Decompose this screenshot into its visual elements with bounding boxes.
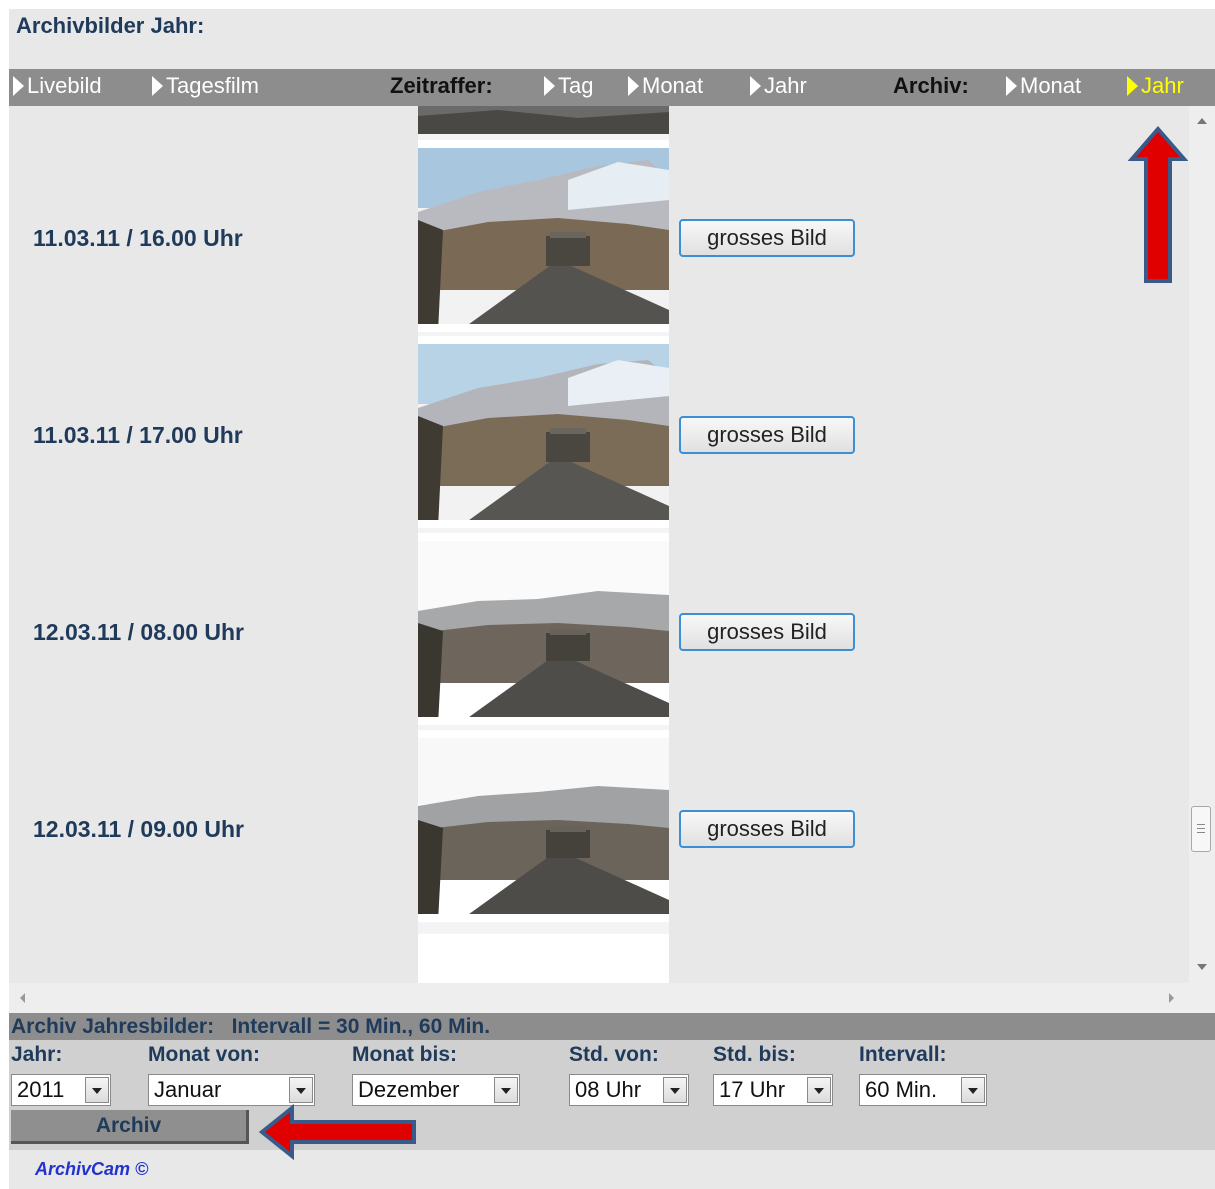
std-bis-label: Std. bis: <box>713 1043 796 1066</box>
entry-timestamp: 11.03.11 / 16.00 Uhr <box>33 225 243 251</box>
webcam-image <box>418 140 669 332</box>
page-title: Archivbilder Jahr: <box>16 13 205 38</box>
title-bar: Archivbilder Jahr: <box>9 9 1215 69</box>
image-column <box>418 106 669 983</box>
chevron-down-icon[interactable] <box>807 1077 831 1103</box>
triangle-icon <box>750 76 761 96</box>
jahr-select[interactable]: 2011 <box>11 1074 111 1106</box>
annotation-left-arrow <box>258 1104 416 1160</box>
webcam-image <box>418 730 669 922</box>
scroll-down-icon[interactable] <box>1197 964 1207 970</box>
image-list[interactable]: 11.03.11 / 16.00 Uhr grosses Bild 11.03.… <box>9 106 1189 983</box>
entry-timestamp: 11.03.11 / 17.00 Uhr <box>33 422 243 448</box>
jahr-label: Jahr: <box>11 1043 63 1066</box>
nav-zeitraffer-jahr[interactable]: Jahr <box>750 73 807 99</box>
scroll-left-icon[interactable] <box>20 993 25 1003</box>
intervall-select[interactable]: 60 Min. <box>859 1074 987 1106</box>
std-von-select[interactable]: 08 Uhr <box>569 1074 689 1106</box>
std-bis-select[interactable]: 17 Uhr <box>713 1074 833 1106</box>
archive-section-header: Archiv Jahresbilder: Intervall = 30 Min.… <box>9 1013 1215 1040</box>
monat-bis-label: Monat bis: <box>352 1043 457 1066</box>
scroll-up-icon[interactable] <box>1197 118 1207 124</box>
triangle-icon <box>152 76 163 96</box>
annotation-up-arrow <box>1128 125 1188 283</box>
archiv-submit-button[interactable]: Archiv <box>11 1110 249 1144</box>
monat-bis-select[interactable]: Dezember <box>352 1074 520 1106</box>
grosses-bild-button[interactable]: grosses Bild <box>679 416 855 454</box>
webcam-image <box>418 926 669 983</box>
triangle-icon <box>13 76 24 96</box>
footer: ArchivCam © <box>9 1150 1215 1189</box>
triangle-icon <box>1006 76 1017 96</box>
triangle-icon <box>628 76 639 96</box>
entry-timestamp: 12.03.11 / 09.00 Uhr <box>33 816 244 842</box>
nav-archiv-jahr[interactable]: Jahr <box>1127 73 1184 99</box>
nav-label-archiv: Archiv: <box>893 73 969 98</box>
std-von-label: Std. von: <box>569 1043 659 1066</box>
webcam-image <box>418 336 669 528</box>
grosses-bild-button[interactable]: grosses Bild <box>679 810 855 848</box>
chevron-down-icon[interactable] <box>289 1077 313 1103</box>
nav-archiv-monat[interactable]: Monat <box>1006 73 1081 99</box>
entry-timestamp: 12.03.11 / 08.00 Uhr <box>33 619 244 645</box>
chevron-down-icon[interactable] <box>494 1077 518 1103</box>
triangle-icon <box>1127 76 1138 96</box>
chevron-down-icon[interactable] <box>663 1077 687 1103</box>
triangle-icon <box>544 76 555 96</box>
chevron-down-icon[interactable] <box>961 1077 985 1103</box>
vertical-scrollbar[interactable] <box>1189 106 1215 983</box>
scroll-thumb[interactable] <box>1191 806 1211 852</box>
intervall-label: Intervall: <box>859 1043 947 1066</box>
archivcam-logo[interactable]: ArchivCam © <box>35 1159 148 1180</box>
nav-zeitraffer-monat[interactable]: Monat <box>628 73 703 99</box>
nav-label-zeitraffer: Zeitraffer: <box>390 73 493 98</box>
archive-header-text: Archiv Jahresbilder: Intervall = 30 Min.… <box>11 1015 491 1038</box>
horizontal-scrollbar[interactable] <box>9 983 1215 1013</box>
archive-controls: Jahr: 2011 Monat von: Januar Monat bis: … <box>9 1040 1215 1150</box>
grosses-bild-button[interactable]: grosses Bild <box>679 219 855 257</box>
grosses-bild-button[interactable]: grosses Bild <box>679 613 855 651</box>
scroll-right-icon[interactable] <box>1169 993 1174 1003</box>
monat-von-label: Monat von: <box>148 1043 260 1066</box>
chevron-down-icon[interactable] <box>85 1077 109 1103</box>
webcam-image <box>418 533 669 725</box>
monat-von-select[interactable]: Januar <box>148 1074 315 1106</box>
grip-icon <box>1197 824 1205 825</box>
nav-tagesfilm[interactable]: Tagesfilm <box>152 73 259 99</box>
webcam-image <box>418 106 669 134</box>
nav-bar: Livebild Tagesfilm Zeitraffer: Tag Monat… <box>9 69 1215 106</box>
nav-livebild[interactable]: Livebild <box>13 73 102 99</box>
nav-zeitraffer-tag[interactable]: Tag <box>544 73 593 99</box>
